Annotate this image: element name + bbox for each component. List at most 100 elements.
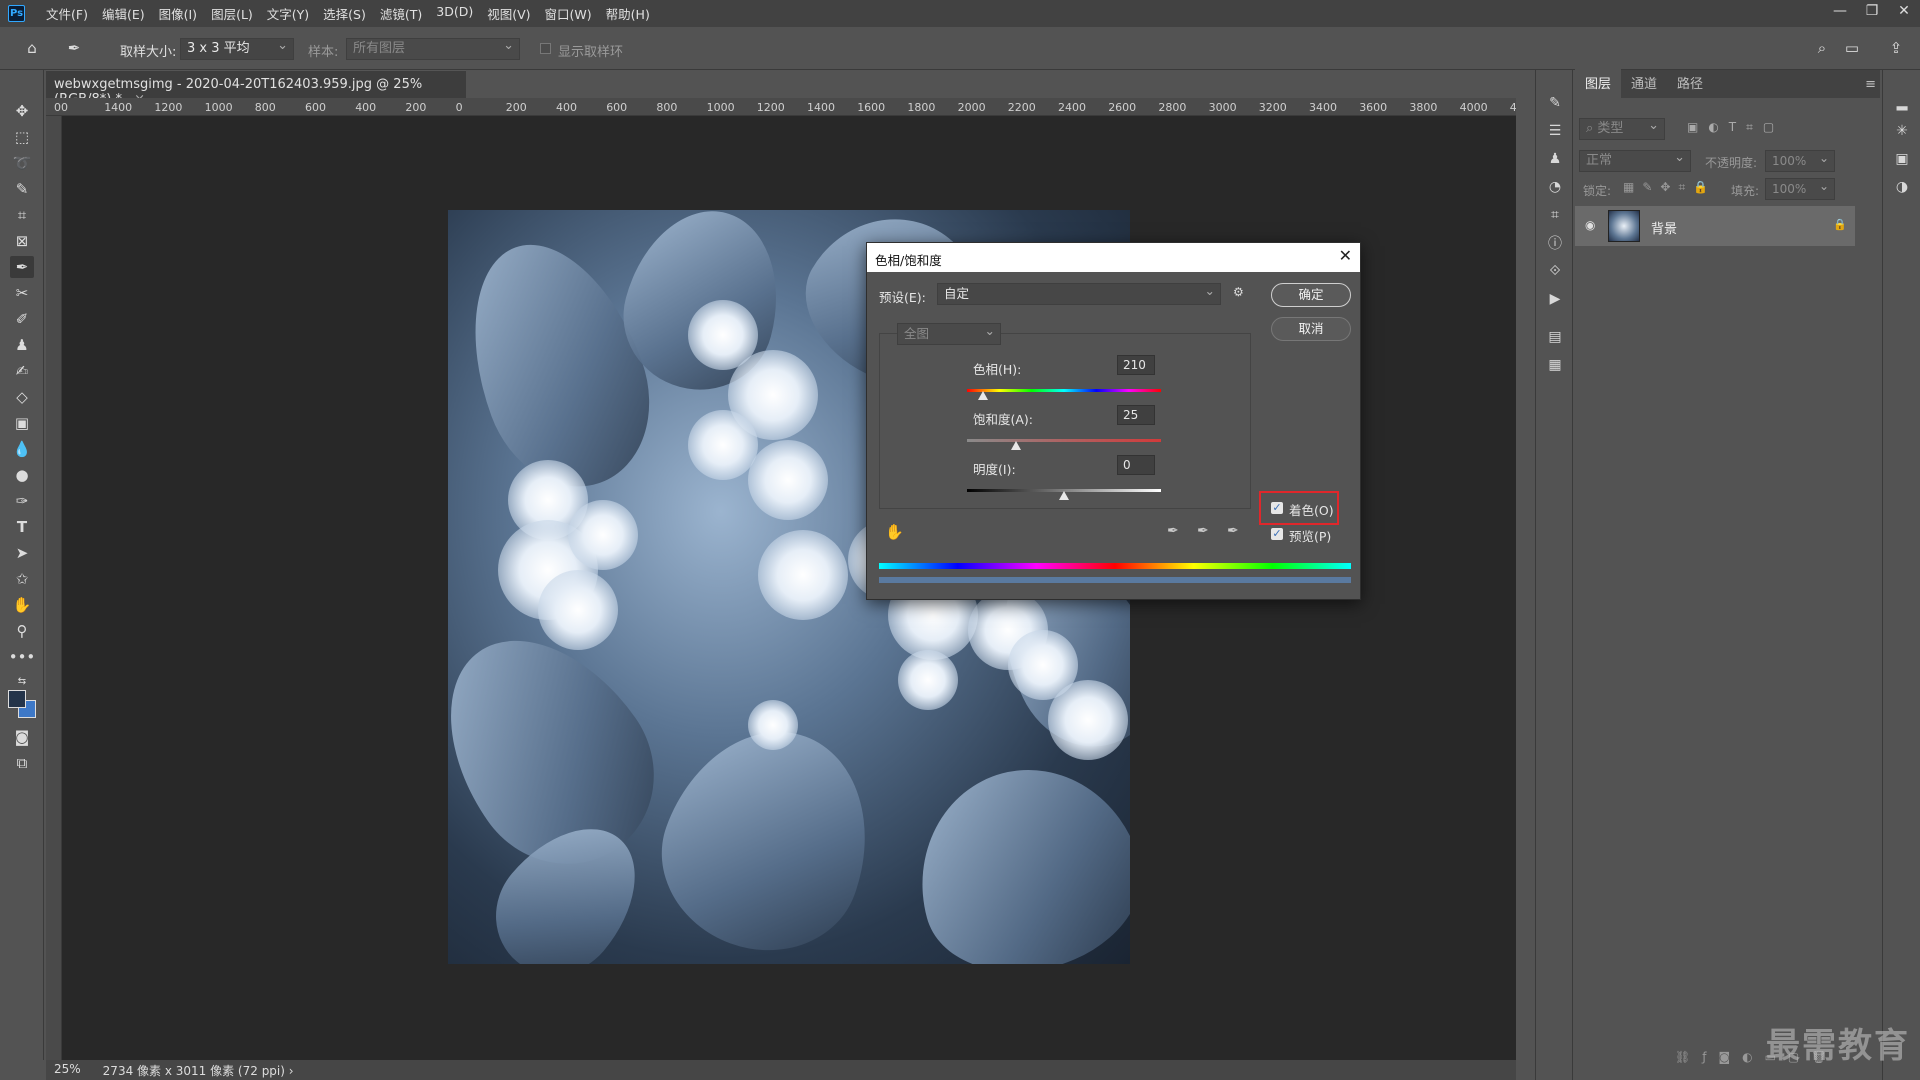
actions-play-icon[interactable]: ▶ bbox=[1544, 288, 1566, 310]
eyedropper-icon[interactable]: ✒ bbox=[1167, 523, 1179, 539]
dodge-tool-icon[interactable]: ● bbox=[10, 464, 34, 486]
tab-paths[interactable]: 路径 bbox=[1667, 73, 1713, 98]
channel-select[interactable]: 全图 bbox=[897, 321, 1001, 345]
clone-source-icon[interactable]: ♟ bbox=[1544, 148, 1566, 170]
menu-3d[interactable]: 3D(D) bbox=[429, 4, 480, 23]
hand-tool-icon[interactable]: ✋ bbox=[10, 594, 34, 616]
info-icon[interactable]: ⓘ bbox=[1544, 232, 1566, 254]
saturation-slider-track[interactable] bbox=[967, 439, 1161, 442]
close-icon[interactable]: ✕ bbox=[1339, 246, 1352, 265]
brush-tool-icon[interactable]: ✐ bbox=[10, 308, 34, 330]
preset-settings-icon[interactable]: ⚙ bbox=[1233, 285, 1244, 299]
layer-thumbnail bbox=[1608, 210, 1640, 242]
saturation-slider-thumb[interactable] bbox=[1010, 441, 1021, 450]
tab-channels[interactable]: 通道 bbox=[1621, 73, 1667, 98]
menu-window[interactable]: 窗口(W) bbox=[538, 4, 599, 23]
dialog-titlebar[interactable]: 色相/饱和度 ✕ bbox=[867, 243, 1360, 272]
minimize-button[interactable]: — bbox=[1824, 0, 1856, 27]
libraries-icon[interactable]: ▣ bbox=[1891, 148, 1913, 170]
blend-mode-select[interactable]: 正常 bbox=[1579, 148, 1691, 172]
menu-select[interactable]: 选择(S) bbox=[316, 4, 373, 23]
foreground-color-swatch[interactable] bbox=[8, 690, 26, 708]
workspace-icon[interactable]: ▭ bbox=[1840, 37, 1864, 59]
healing-tool-icon[interactable]: ✂ bbox=[10, 282, 34, 304]
hue-slider-track[interactable] bbox=[967, 389, 1161, 392]
pen-tool-icon[interactable]: ✑ bbox=[10, 490, 34, 512]
eyedropper-minus-icon[interactable]: ✒ bbox=[1227, 523, 1239, 539]
menu-help[interactable]: 帮助(H) bbox=[599, 4, 657, 23]
quick-mask-icon[interactable]: ◙ bbox=[10, 726, 34, 748]
menu-filter[interactable]: 滤镜(T) bbox=[373, 4, 429, 23]
quick-select-tool-icon[interactable]: ✎ bbox=[10, 178, 34, 200]
eyedropper-plus-icon[interactable]: ✒ bbox=[1197, 523, 1209, 539]
menu-edit[interactable]: 编辑(E) bbox=[95, 4, 152, 23]
more-tools-icon[interactable]: ••• bbox=[9, 646, 36, 668]
screen-mode-icon[interactable]: ⧉ bbox=[10, 752, 34, 774]
panel-menu-icon[interactable]: ≡ bbox=[1855, 77, 1880, 98]
lock-icons[interactable]: ▦✎✥⌗🔒 bbox=[1623, 180, 1716, 195]
eyedropper-tool-icon[interactable]: ✒ bbox=[10, 256, 34, 278]
navigator-icon[interactable]: ✳ bbox=[1891, 120, 1913, 142]
marquee-tool-icon[interactable]: ⬚ bbox=[10, 126, 34, 148]
saturation-input[interactable]: 25 bbox=[1117, 405, 1155, 425]
hue-slider-thumb[interactable] bbox=[978, 391, 989, 400]
share-icon[interactable]: ⇪ bbox=[1884, 37, 1908, 59]
status-arrow-icon[interactable]: › bbox=[289, 1064, 294, 1078]
opacity-input[interactable]: 100% bbox=[1765, 148, 1835, 172]
shape-tool-icon[interactable]: ✩ bbox=[10, 568, 34, 590]
cancel-button[interactable]: 取消 bbox=[1271, 317, 1351, 341]
stamp-tool-icon[interactable]: ♟ bbox=[10, 334, 34, 356]
layer-filter-icons[interactable]: ▣◐T⌗▢ bbox=[1687, 120, 1784, 135]
fill-input[interactable]: 100% bbox=[1765, 176, 1835, 200]
frame-tool-icon[interactable]: ⊠ bbox=[10, 230, 34, 252]
restore-button[interactable]: ❐ bbox=[1856, 0, 1888, 27]
properties-icon[interactable]: ▤ bbox=[1544, 326, 1566, 348]
eraser-tool-icon[interactable]: ◇ bbox=[10, 386, 34, 408]
move-tool-icon[interactable]: ✥ bbox=[10, 100, 34, 122]
notes-icon[interactable]: ▦ bbox=[1544, 354, 1566, 376]
menu-file[interactable]: 文件(F) bbox=[39, 4, 95, 23]
vertical-ruler bbox=[46, 116, 62, 1060]
colorize-checkbox[interactable]: ✓ bbox=[1271, 502, 1283, 514]
swap-colors-icon[interactable]: ⇆ bbox=[10, 670, 34, 692]
home-icon[interactable]: ⌂ bbox=[20, 37, 44, 59]
close-window-button[interactable]: ✕ bbox=[1888, 0, 1920, 27]
histogram-icon[interactable]: ▂ bbox=[1891, 92, 1913, 114]
menu-type[interactable]: 文字(Y) bbox=[260, 4, 316, 23]
gradient-tool-icon[interactable]: ▣ bbox=[10, 412, 34, 434]
lasso-tool-icon[interactable]: ➰ bbox=[10, 152, 34, 174]
eyedropper-preset-icon[interactable]: ✒ bbox=[62, 37, 86, 59]
lightness-input[interactable]: 0 bbox=[1117, 455, 1155, 475]
type-tool-icon[interactable]: T bbox=[10, 516, 34, 538]
adjustments-icon[interactable]: ☰ bbox=[1544, 120, 1566, 142]
history-icon[interactable]: ◔ bbox=[1544, 176, 1566, 198]
tab-layers[interactable]: 图层 bbox=[1575, 67, 1622, 98]
preset-select[interactable]: 自定 bbox=[937, 281, 1221, 305]
path-select-tool-icon[interactable]: ➤ bbox=[10, 542, 34, 564]
menu-image[interactable]: 图像(I) bbox=[152, 4, 204, 23]
zoom-tool-icon[interactable]: ⚲ bbox=[10, 620, 34, 642]
brush-settings-icon[interactable]: ✎ bbox=[1544, 92, 1566, 114]
paths-icon[interactable]: ⟐ bbox=[1544, 260, 1566, 282]
hue-input[interactable]: 210 bbox=[1117, 355, 1155, 375]
preview-checkbox[interactable]: ✓ bbox=[1271, 528, 1283, 540]
visibility-eye-icon[interactable]: ◉ bbox=[1585, 218, 1595, 232]
layer-row-background[interactable]: ◉ 背景 🔒 bbox=[1575, 206, 1855, 246]
layer-filter-select[interactable]: ⌕ 类型 bbox=[1579, 116, 1665, 140]
menu-layer[interactable]: 图层(L) bbox=[204, 4, 260, 23]
sample-select[interactable]: 所有图层 bbox=[346, 36, 520, 60]
show-ring-checkbox[interactable] bbox=[540, 43, 551, 54]
document-tab[interactable]: webwxgetmsgimg - 2020-04-20T162403.959.j… bbox=[46, 70, 466, 107]
sample-size-select[interactable]: 3 x 3 平均 bbox=[180, 36, 294, 60]
search-icon[interactable]: ⌕ bbox=[1810, 37, 1834, 59]
character-icon[interactable]: ⌗ bbox=[1544, 204, 1566, 226]
menu-view[interactable]: 视图(V) bbox=[480, 4, 537, 23]
crop-tool-icon[interactable]: ⌗ bbox=[10, 204, 34, 226]
lightness-slider-thumb[interactable] bbox=[1059, 491, 1069, 500]
color-icon[interactable]: ◑ bbox=[1891, 176, 1913, 198]
blur-tool-icon[interactable]: 💧 bbox=[10, 438, 34, 460]
zoom-level[interactable]: 25% bbox=[54, 1062, 81, 1078]
ok-button[interactable]: 确定 bbox=[1271, 283, 1351, 307]
history-brush-tool-icon[interactable]: ✍ bbox=[10, 360, 34, 382]
hand-adjust-icon[interactable]: ✋ bbox=[885, 523, 904, 541]
